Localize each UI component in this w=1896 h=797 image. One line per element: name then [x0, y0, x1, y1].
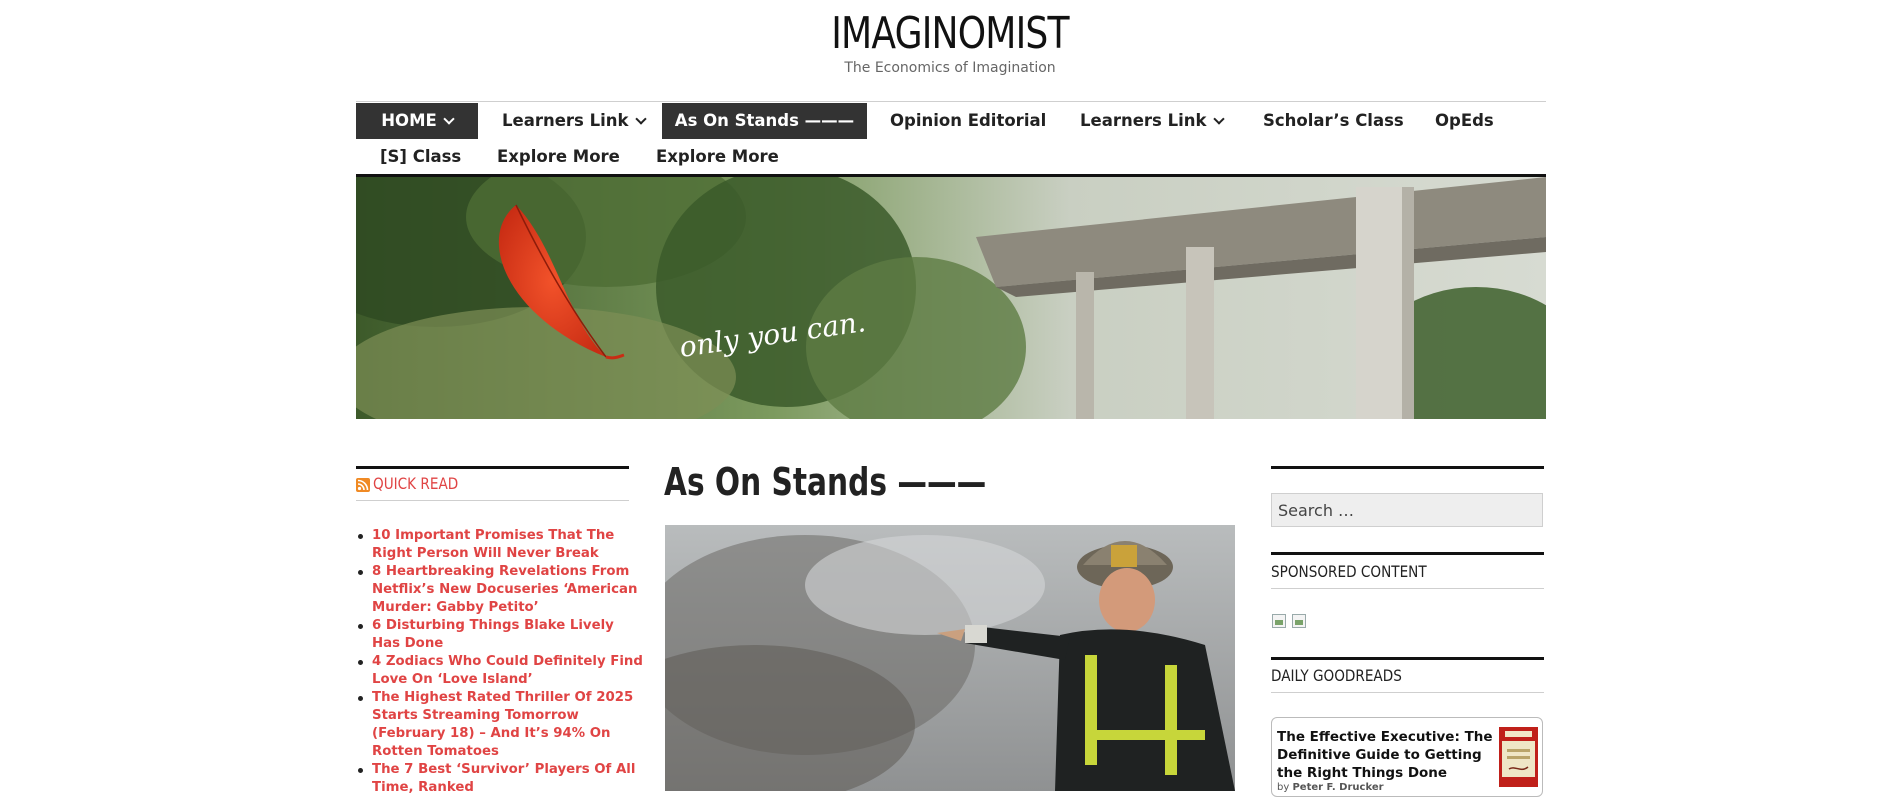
nav-item-label: HOME — [381, 111, 437, 130]
nav-item-label: Scholar’s Class — [1263, 111, 1404, 130]
book-author: by Peter F. Drucker — [1277, 782, 1384, 793]
chevron-down-icon — [1212, 113, 1225, 125]
nav-item-as-on-stands[interactable]: As On Stands ——— — [662, 103, 867, 139]
chevron-down-icon — [634, 113, 647, 125]
book-author-name[interactable]: Peter F. Drucker — [1292, 782, 1383, 793]
site-title[interactable]: IMAGINOMIST — [171, 8, 1729, 59]
nav-item-label: OpEds — [1435, 111, 1494, 130]
nav-item-label: Learners Link — [1080, 111, 1207, 130]
nav-item-explore-more-2[interactable]: Explore More — [656, 139, 779, 175]
quick-read-list: 10 Important Promises That The Right Per… — [356, 527, 644, 797]
featured-image-graphic — [665, 525, 1235, 791]
sponsored-image[interactable] — [1292, 614, 1306, 628]
widget-title-divider — [356, 500, 629, 501]
quick-read-item[interactable]: 8 Heartbreaking Revelations From Netflix… — [358, 563, 644, 617]
widget-title-divider — [1271, 692, 1544, 693]
nav-item-s-class[interactable]: [S] Class — [380, 139, 461, 175]
nav-item-explore-more[interactable]: Explore More — [497, 139, 620, 175]
quick-read-item[interactable]: The Highest Rated Thriller Of 2025 Start… — [358, 689, 644, 761]
search-input[interactable] — [1271, 493, 1543, 527]
nav-item-opinion-editorial[interactable]: Opinion Editorial — [890, 103, 1046, 139]
nav-item-label: As On Stands ——— — [674, 111, 855, 130]
sponsored-content-title: SPONSORED CONTENT — [1271, 562, 1427, 581]
nav-item-label: Explore More — [497, 147, 620, 166]
widget-top-rule — [1271, 552, 1544, 555]
widget-title-divider — [1271, 588, 1544, 589]
chevron-down-icon — [443, 113, 455, 125]
nav-item-label: Learners Link — [502, 111, 629, 130]
nav-item-home[interactable]: HOME — [356, 103, 478, 139]
featured-image[interactable] — [665, 525, 1235, 791]
widget-top-rule — [1271, 657, 1544, 660]
quick-read-title[interactable]: QUICK READ — [373, 474, 458, 493]
site-tagline: The Economics of Imagination — [844, 60, 1056, 76]
quick-read-item[interactable]: The 7 Best ‘Survivor’ Players Of All Tim… — [358, 761, 644, 797]
nav-item-learners-link[interactable]: Learners Link — [502, 103, 647, 139]
quick-read-item[interactable]: 6 Disturbing Things Blake Lively Has Don… — [358, 617, 644, 653]
sponsored-image[interactable] — [1272, 614, 1286, 628]
nav-top-divider — [356, 101, 1546, 102]
nav-item-scholars-class[interactable]: Scholar’s Class — [1263, 103, 1404, 139]
widget-top-rule — [356, 466, 629, 469]
book-title[interactable]: The Effective Executive: The Definitive … — [1277, 728, 1497, 782]
nav-item-label: Explore More — [656, 147, 779, 166]
nav-item-label: [S] Class — [380, 147, 462, 166]
page-title: As On Stands ——— — [664, 460, 987, 504]
book-author-prefix: by — [1277, 782, 1290, 793]
quick-read-item[interactable]: 4 Zodiacs Who Could Definitely Find Love… — [358, 653, 644, 689]
widget-top-rule — [1271, 466, 1544, 469]
book-cover-image[interactable] — [1499, 727, 1538, 787]
daily-goodreads-title: DAILY GOODREADS — [1271, 666, 1402, 685]
header-banner-image: only you can. — [356, 177, 1546, 419]
banner-graphic: only you can. — [356, 177, 1546, 419]
quick-read-item[interactable]: 10 Important Promises That The Right Per… — [358, 527, 644, 563]
rss-icon[interactable] — [356, 478, 370, 492]
nav-item-opeds[interactable]: OpEds — [1435, 103, 1494, 139]
nav-item-learners-link-2[interactable]: Learners Link — [1080, 103, 1225, 139]
nav-item-label: Opinion Editorial — [890, 111, 1047, 130]
